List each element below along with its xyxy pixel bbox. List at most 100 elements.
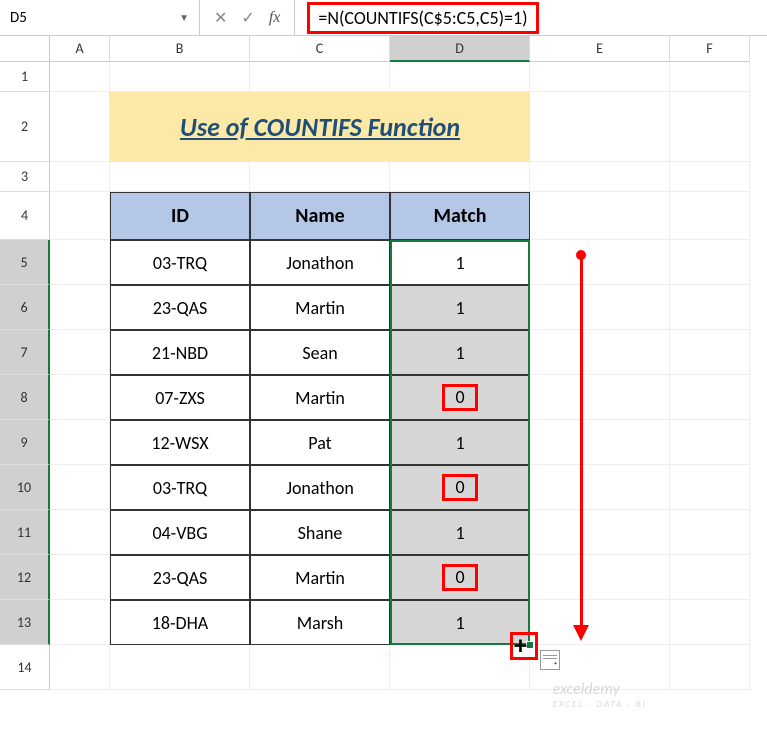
- cell-A12[interactable]: [50, 555, 110, 600]
- cell-E1[interactable]: [530, 62, 670, 92]
- row-header-10[interactable]: 10: [0, 465, 50, 510]
- header-match[interactable]: Match: [390, 192, 530, 240]
- cell-F14[interactable]: [670, 645, 750, 690]
- cell-C7[interactable]: Sean: [250, 330, 390, 375]
- cell-D1[interactable]: [390, 62, 530, 92]
- cell-A7[interactable]: [50, 330, 110, 375]
- cell-B3[interactable]: [110, 162, 250, 192]
- title-cell[interactable]: Use of COUNTIFS Function: [110, 92, 530, 162]
- cell-A8[interactable]: [50, 375, 110, 420]
- col-header-C[interactable]: C: [250, 36, 390, 62]
- cancel-icon[interactable]: ✕: [214, 8, 227, 28]
- cell-C9[interactable]: Pat: [250, 420, 390, 465]
- cell-A14[interactable]: [50, 645, 110, 690]
- cell-A4[interactable]: [50, 192, 110, 240]
- cell-C5[interactable]: Jonathon: [250, 240, 390, 285]
- cell-D6[interactable]: 1: [390, 285, 530, 330]
- cell-E7[interactable]: [530, 330, 670, 375]
- enter-icon[interactable]: ✓: [241, 8, 254, 28]
- cell-D12[interactable]: 0: [390, 555, 530, 600]
- cell-A10[interactable]: [50, 465, 110, 510]
- formula-input-wrap[interactable]: =N(COUNTIFS(C$5:C5,C5)=1): [295, 0, 767, 35]
- col-header-B[interactable]: B: [110, 36, 250, 62]
- cell-F13[interactable]: [670, 600, 750, 645]
- col-header-A[interactable]: A: [50, 36, 110, 62]
- cell-E12[interactable]: [530, 555, 670, 600]
- cell-E2[interactable]: [530, 92, 670, 162]
- cell-D7[interactable]: 1: [390, 330, 530, 375]
- cell-D9[interactable]: 1: [390, 420, 530, 465]
- cell-B11[interactable]: 04-VBG: [110, 510, 250, 555]
- cell-F9[interactable]: [670, 420, 750, 465]
- select-all-corner[interactable]: [0, 36, 50, 62]
- cell-E11[interactable]: [530, 510, 670, 555]
- cell-D3[interactable]: [390, 162, 530, 192]
- cell-E8[interactable]: [530, 375, 670, 420]
- row-header-2[interactable]: 2: [0, 92, 50, 162]
- cell-D14[interactable]: [390, 645, 530, 690]
- row-header-6[interactable]: 6: [0, 285, 50, 330]
- row-header-7[interactable]: 7: [0, 330, 50, 375]
- cell-F6[interactable]: [670, 285, 750, 330]
- row-header-1[interactable]: 1: [0, 62, 50, 92]
- cell-C1[interactable]: [250, 62, 390, 92]
- cell-A11[interactable]: [50, 510, 110, 555]
- header-name[interactable]: Name: [250, 192, 390, 240]
- cell-F3[interactable]: [670, 162, 750, 192]
- cell-F8[interactable]: [670, 375, 750, 420]
- cell-C14[interactable]: [250, 645, 390, 690]
- cell-F7[interactable]: [670, 330, 750, 375]
- cell-D13[interactable]: 1: [390, 600, 530, 645]
- cell-B7[interactable]: 21-NBD: [110, 330, 250, 375]
- cell-A5[interactable]: [50, 240, 110, 285]
- cell-C12[interactable]: Martin: [250, 555, 390, 600]
- cell-E6[interactable]: [530, 285, 670, 330]
- cell-F1[interactable]: [670, 62, 750, 92]
- cell-C13[interactable]: Marsh: [250, 600, 390, 645]
- cell-A13[interactable]: [50, 600, 110, 645]
- cell-D10[interactable]: 0: [390, 465, 530, 510]
- cell-B6[interactable]: 23-QAS: [110, 285, 250, 330]
- row-header-11[interactable]: 11: [0, 510, 50, 555]
- col-header-E[interactable]: E: [530, 36, 670, 62]
- cell-C3[interactable]: [250, 162, 390, 192]
- formula-input[interactable]: =N(COUNTIFS(C$5:C5,C5)=1): [307, 2, 538, 34]
- cell-A9[interactable]: [50, 420, 110, 465]
- cell-B12[interactable]: 23-QAS: [110, 555, 250, 600]
- cell-C6[interactable]: Martin: [250, 285, 390, 330]
- row-header-8[interactable]: 8: [0, 375, 50, 420]
- cell-B5[interactable]: 03-TRQ: [110, 240, 250, 285]
- cell-A2[interactable]: [50, 92, 110, 162]
- row-header-3[interactable]: 3: [0, 162, 50, 192]
- cell-B8[interactable]: 07-ZXS: [110, 375, 250, 420]
- cell-C10[interactable]: Jonathon: [250, 465, 390, 510]
- cell-C8[interactable]: Martin: [250, 375, 390, 420]
- cell-B10[interactable]: 03-TRQ: [110, 465, 250, 510]
- cell-E3[interactable]: [530, 162, 670, 192]
- fx-icon[interactable]: fx: [269, 9, 281, 27]
- cell-B1[interactable]: [110, 62, 250, 92]
- cell-A1[interactable]: [50, 62, 110, 92]
- cell-E4[interactable]: [530, 192, 670, 240]
- cell-D11[interactable]: 1: [390, 510, 530, 555]
- cell-E10[interactable]: [530, 465, 670, 510]
- cell-C11[interactable]: Shane: [250, 510, 390, 555]
- cell-F2[interactable]: [670, 92, 750, 162]
- header-id[interactable]: ID: [110, 192, 250, 240]
- cell-B13[interactable]: 18-DHA: [110, 600, 250, 645]
- autofill-options-icon[interactable]: +: [540, 650, 560, 670]
- row-header-9[interactable]: 9: [0, 420, 50, 465]
- cell-E13[interactable]: [530, 600, 670, 645]
- name-box[interactable]: D5 ▼: [0, 0, 200, 35]
- cell-B9[interactable]: 12-WSX: [110, 420, 250, 465]
- cell-A6[interactable]: [50, 285, 110, 330]
- cell-F4[interactable]: [670, 192, 750, 240]
- cell-F10[interactable]: [670, 465, 750, 510]
- cell-F5[interactable]: [670, 240, 750, 285]
- row-header-14[interactable]: 14: [0, 645, 50, 690]
- cell-E9[interactable]: [530, 420, 670, 465]
- col-header-F[interactable]: F: [670, 36, 750, 62]
- row-header-5[interactable]: 5: [0, 240, 50, 285]
- cell-D5[interactable]: 1: [390, 240, 530, 285]
- row-header-13[interactable]: 13: [0, 600, 50, 645]
